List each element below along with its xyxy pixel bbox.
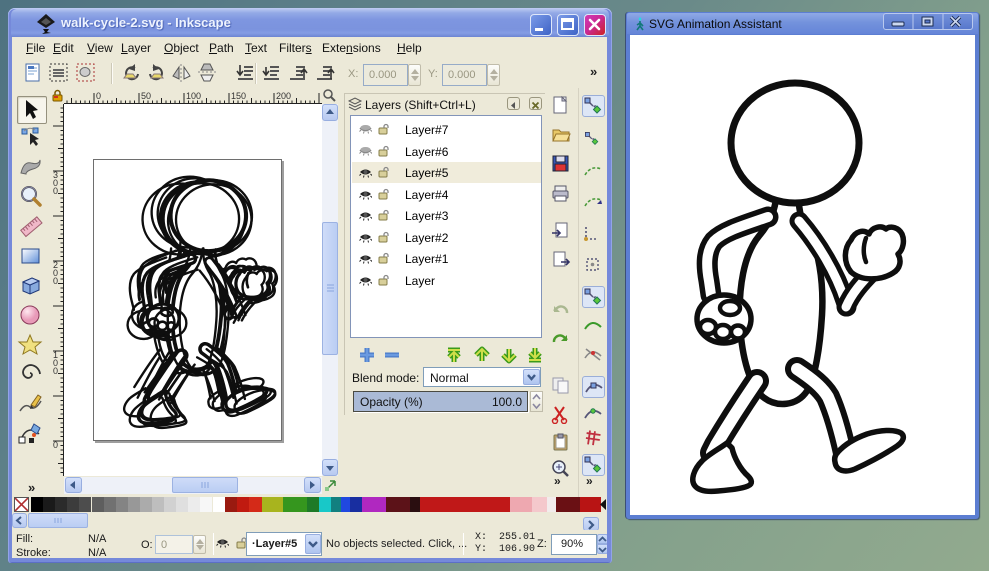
svg-text:0: 0	[53, 440, 58, 450]
svg-text:100: 100	[186, 91, 201, 101]
svg-text:50: 50	[141, 91, 151, 101]
svg-text:0: 0	[96, 91, 101, 101]
svg-text:200: 200	[276, 91, 291, 101]
svg-text:150: 150	[231, 91, 246, 101]
svg-text:0: 0	[53, 186, 58, 196]
svg-text:0: 0	[53, 276, 58, 286]
svg-text:0: 0	[53, 366, 58, 376]
